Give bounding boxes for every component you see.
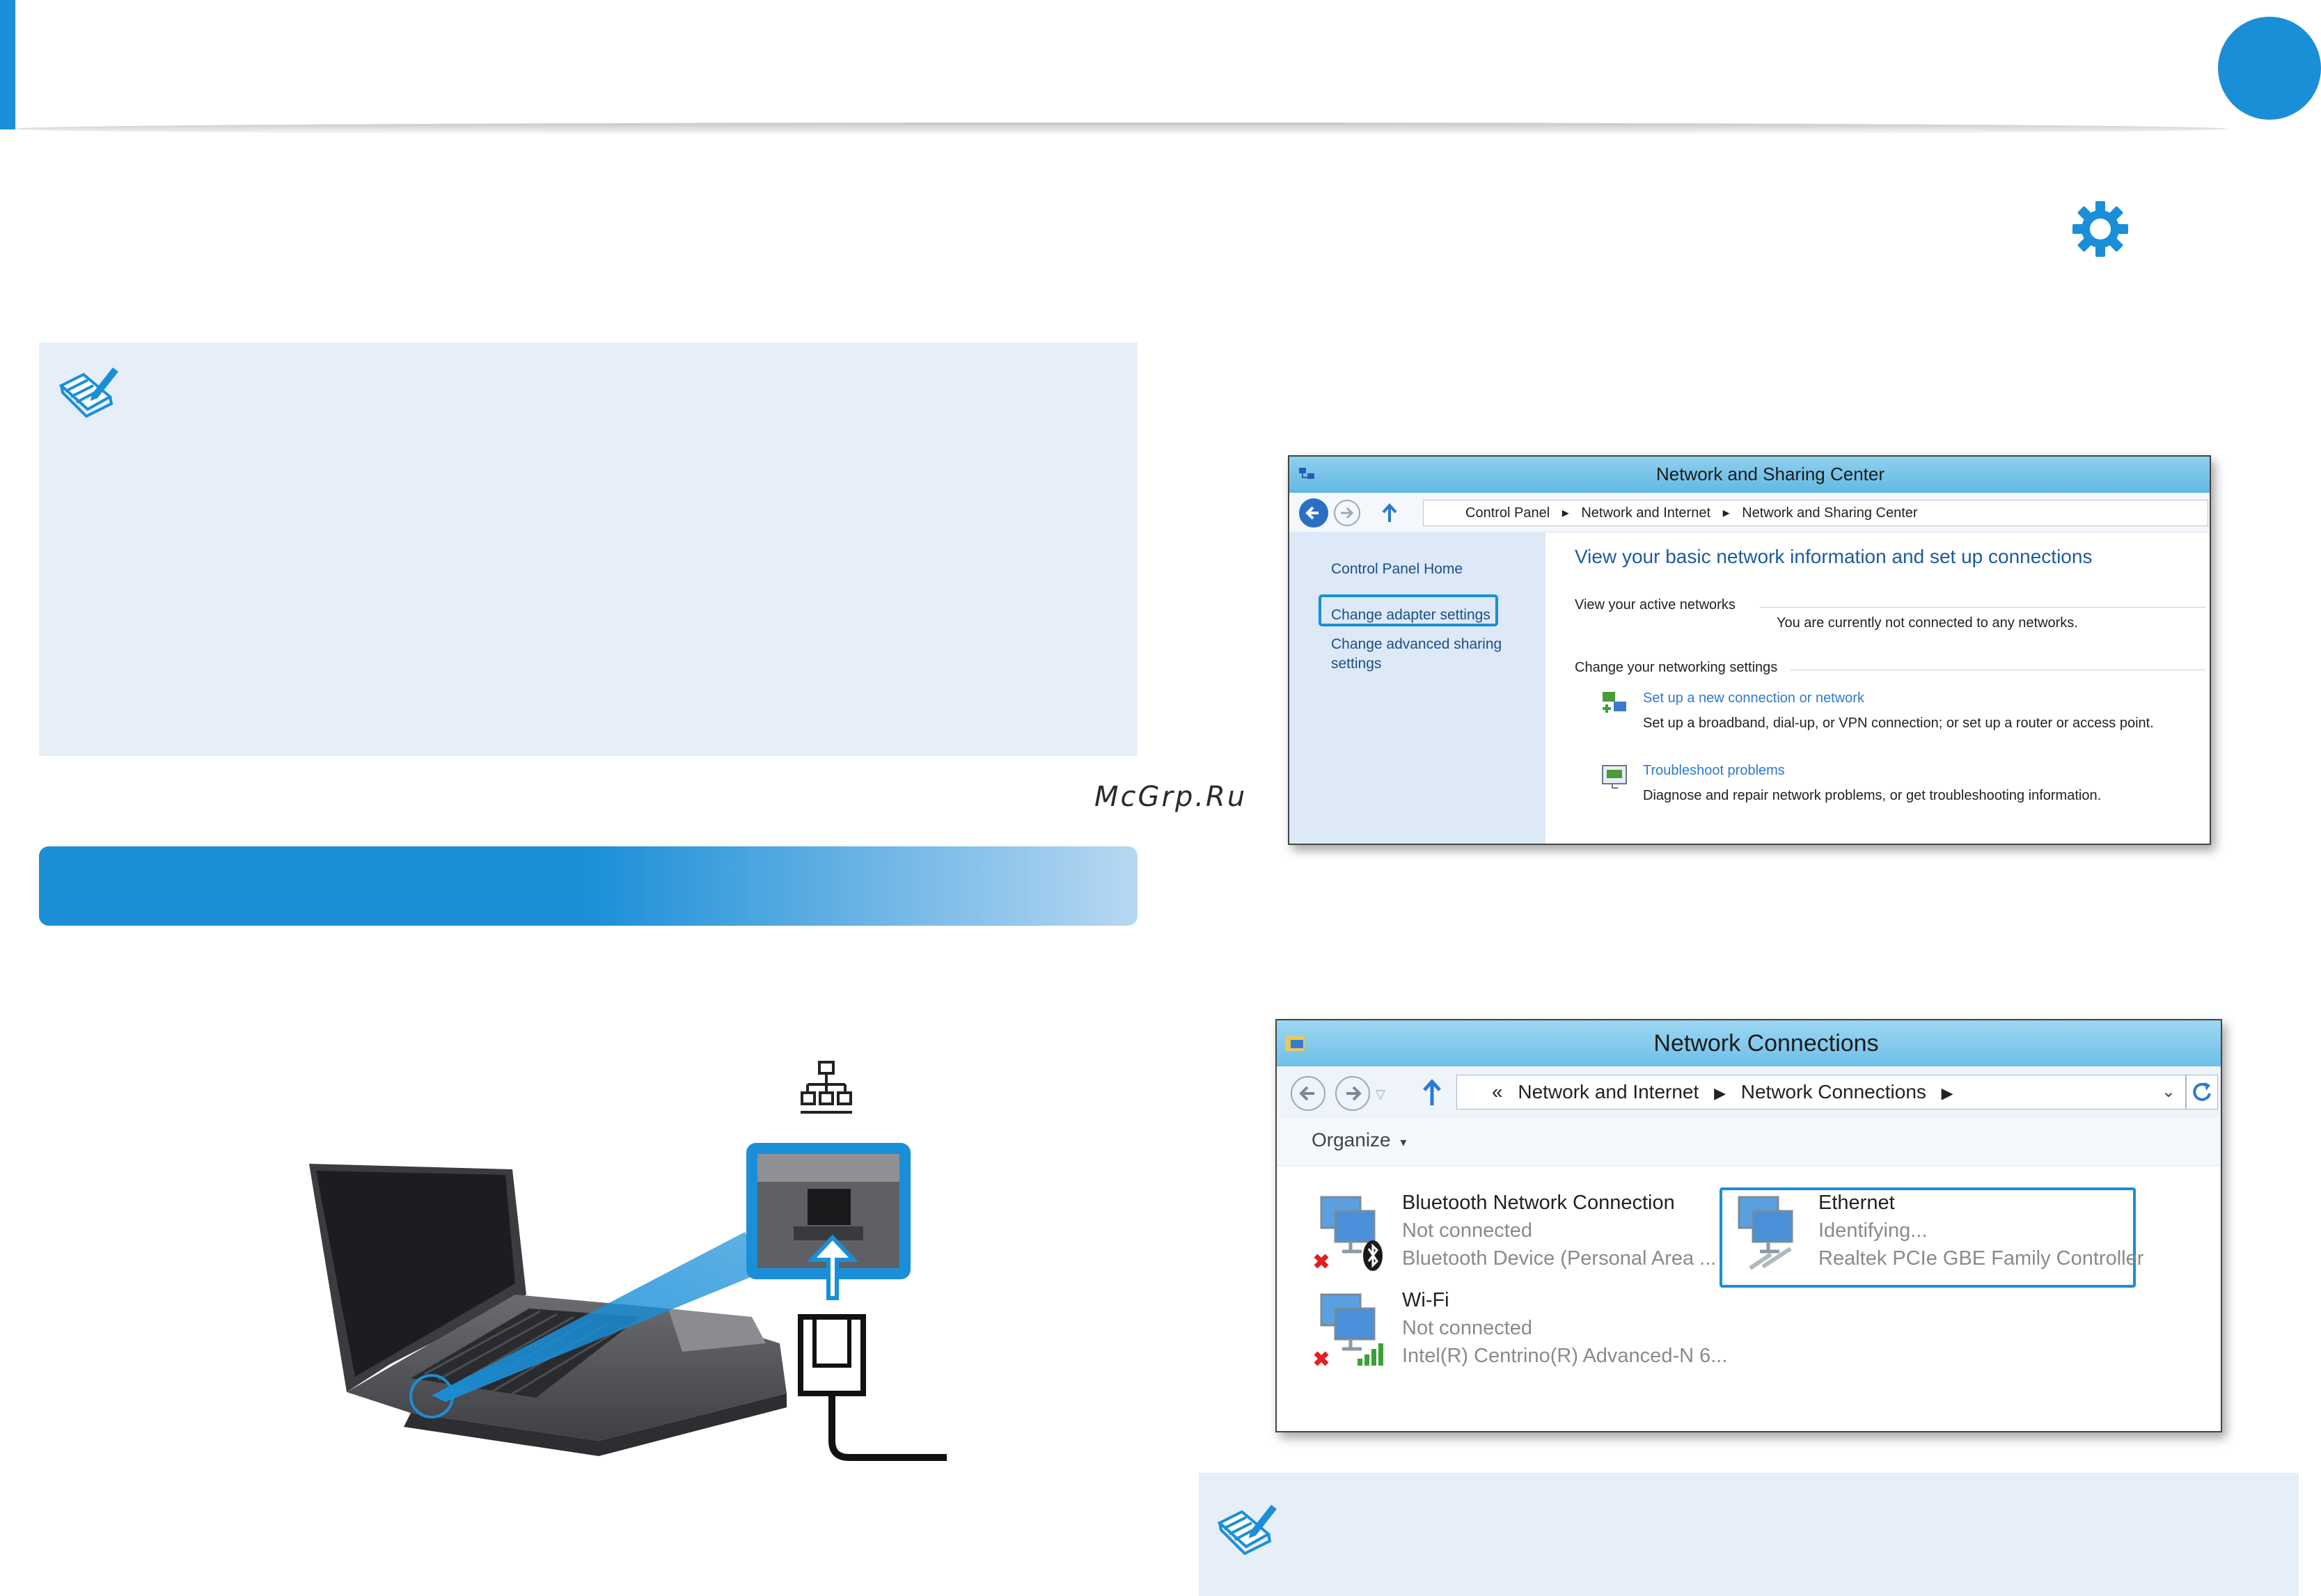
- caret-down-icon: ▾: [1400, 1135, 1407, 1149]
- breadcrumb-item[interactable]: Network and Sharing Center: [1742, 505, 1917, 521]
- address-field[interactable]: « Network and Internet ▶ Network Connect…: [1456, 1075, 2186, 1109]
- setup-connection-link[interactable]: Set up a new connection or network: [1643, 690, 1864, 706]
- refresh-button[interactable]: [2186, 1075, 2218, 1109]
- laptop-illustration: [309, 1143, 947, 1461]
- troubleshoot-desc: Diagnose and repair network problems, or…: [1643, 788, 2102, 803]
- connection-device: Bluetooth Device (Personal Area ...: [1402, 1247, 1717, 1270]
- up-arrow-icon: [1382, 503, 1397, 522]
- page-heading: View your basic network information and …: [1575, 546, 2093, 567]
- note-icon: [58, 368, 118, 418]
- back-button[interactable]: [1299, 498, 1328, 528]
- back-arrow-icon: [1299, 1086, 1314, 1101]
- address-field[interactable]: Control Panel ▸ Network and Internet ▸ N…: [1423, 500, 2208, 526]
- highlight-adapter-settings: [1319, 594, 1498, 626]
- section-header-bar: [39, 846, 1138, 926]
- connection-device: Intel(R) Centrino(R) Advanced-N 6...: [1402, 1345, 1728, 1367]
- network-adapter-icon: [1314, 1293, 1383, 1366]
- note-box: [39, 342, 1138, 756]
- forward-arrow-icon: [1341, 507, 1354, 519]
- not-connected-text: You are currently not connected to any n…: [1777, 615, 2078, 631]
- breadcrumb-separator: ▸: [1561, 505, 1569, 521]
- sidebar-item-advanced-sharing[interactable]: Change advanced sharing: [1331, 636, 1502, 653]
- sidebar-item-advanced-sharing-line2[interactable]: settings: [1331, 656, 1381, 672]
- connection-status: Not connected: [1402, 1219, 1533, 1242]
- divider: [1760, 607, 2205, 608]
- sidebar-item-home[interactable]: Control Panel Home: [1331, 561, 1463, 578]
- address-bar: ▽ « Network and Internet ▶ Network Conne…: [1277, 1066, 2221, 1118]
- breadcrumb-separator: ▸: [1722, 505, 1730, 521]
- setup-connection-desc: Set up a broadband, dial-up, or VPN conn…: [1643, 716, 2154, 731]
- up-arrow-icon: [1423, 1079, 1441, 1105]
- active-networks-label: View your active networks: [1575, 597, 1736, 613]
- network-adapter-icon: [1738, 1196, 1793, 1270]
- back-button[interactable]: [1291, 1076, 1325, 1111]
- ethernet-cable-icon: [798, 1314, 947, 1461]
- connection-name: Wi-Fi: [1402, 1289, 1449, 1311]
- network-connections-window: Network Connections ▽ « Network and Inte…: [1275, 1019, 2222, 1432]
- breadcrumb-separator: ▶: [1714, 1084, 1726, 1102]
- network-adapter-icon: [1314, 1196, 1383, 1271]
- setup-connection-icon: [1603, 692, 1626, 713]
- header-divider: [14, 123, 2228, 135]
- breadcrumb-overflow[interactable]: «: [1492, 1081, 1503, 1103]
- forward-button[interactable]: [1334, 500, 1360, 526]
- troubleshoot-icon: [1602, 765, 1627, 789]
- watermark: McGrp.Ru: [1094, 781, 1248, 813]
- connection-name: Ethernet: [1818, 1192, 1895, 1214]
- command-bar: Organize ▾: [1277, 1118, 2221, 1166]
- window-title: Network Connections: [1653, 1030, 1879, 1057]
- window-titlebar: Network and Sharing Center: [1289, 457, 2210, 493]
- breadcrumb-item[interactable]: Control Panel: [1465, 505, 1550, 521]
- organize-label: Organize: [1312, 1129, 1391, 1151]
- troubleshoot-link[interactable]: Troubleshoot problems: [1643, 763, 1785, 779]
- connection-name: Bluetooth Network Connection: [1402, 1192, 1675, 1214]
- connection-status: Identifying...: [1818, 1219, 1928, 1242]
- refresh-icon: [2193, 1082, 2211, 1101]
- chapter-badge: [2218, 17, 2321, 120]
- breadcrumb-separator: ▶: [1941, 1084, 1953, 1102]
- note-box: [1199, 1473, 2299, 1596]
- breadcrumb-item[interactable]: Network and Internet: [1581, 505, 1710, 521]
- breadcrumb-item[interactable]: Network Connections: [1741, 1081, 1926, 1103]
- back-arrow-icon: [1305, 506, 1319, 520]
- organize-menu[interactable]: Organize ▾: [1312, 1129, 1406, 1151]
- breadcrumb-item[interactable]: Network and Internet: [1518, 1081, 1699, 1103]
- up-button[interactable]: [1380, 503, 1399, 523]
- gear-icon: [2072, 201, 2128, 257]
- connection-item-wifi[interactable]: Wi-Fi Not connected Intel(R) Centrino(R)…: [1312, 1289, 1729, 1380]
- header-accent-bar: [0, 0, 15, 129]
- forward-button[interactable]: [1335, 1076, 1370, 1111]
- forward-arrow-icon: [1346, 1086, 1362, 1101]
- note-icon: [1217, 1505, 1277, 1556]
- recent-dropdown-icon[interactable]: ▽: [1376, 1087, 1385, 1102]
- connection-device: Realtek PCIe GBE Family Controller: [1818, 1247, 2144, 1270]
- up-button[interactable]: [1420, 1077, 1444, 1107]
- address-bar: Control Panel ▸ Network and Internet ▸ N…: [1289, 493, 2210, 532]
- change-settings-label: Change your networking settings: [1575, 660, 1778, 675]
- chevron-down-icon[interactable]: ⌄: [2162, 1075, 2176, 1109]
- connection-item-ethernet[interactable]: Ethernet Identifying... Realtek PCIe GBE…: [1729, 1192, 2143, 1282]
- sidebar: Control Panel Home Change adapter settin…: [1289, 532, 1545, 844]
- lan-port-icon: [801, 1061, 852, 1114]
- window-titlebar: Network Connections: [1277, 1020, 2221, 1066]
- connection-item-bluetooth[interactable]: Bluetooth Network Connection Not connect…: [1312, 1192, 1716, 1282]
- connection-status: Not connected: [1402, 1317, 1533, 1339]
- window-title: Network and Sharing Center: [1655, 464, 1885, 484]
- network-sharing-center-window: Network and Sharing Center Control Panel…: [1288, 455, 2211, 845]
